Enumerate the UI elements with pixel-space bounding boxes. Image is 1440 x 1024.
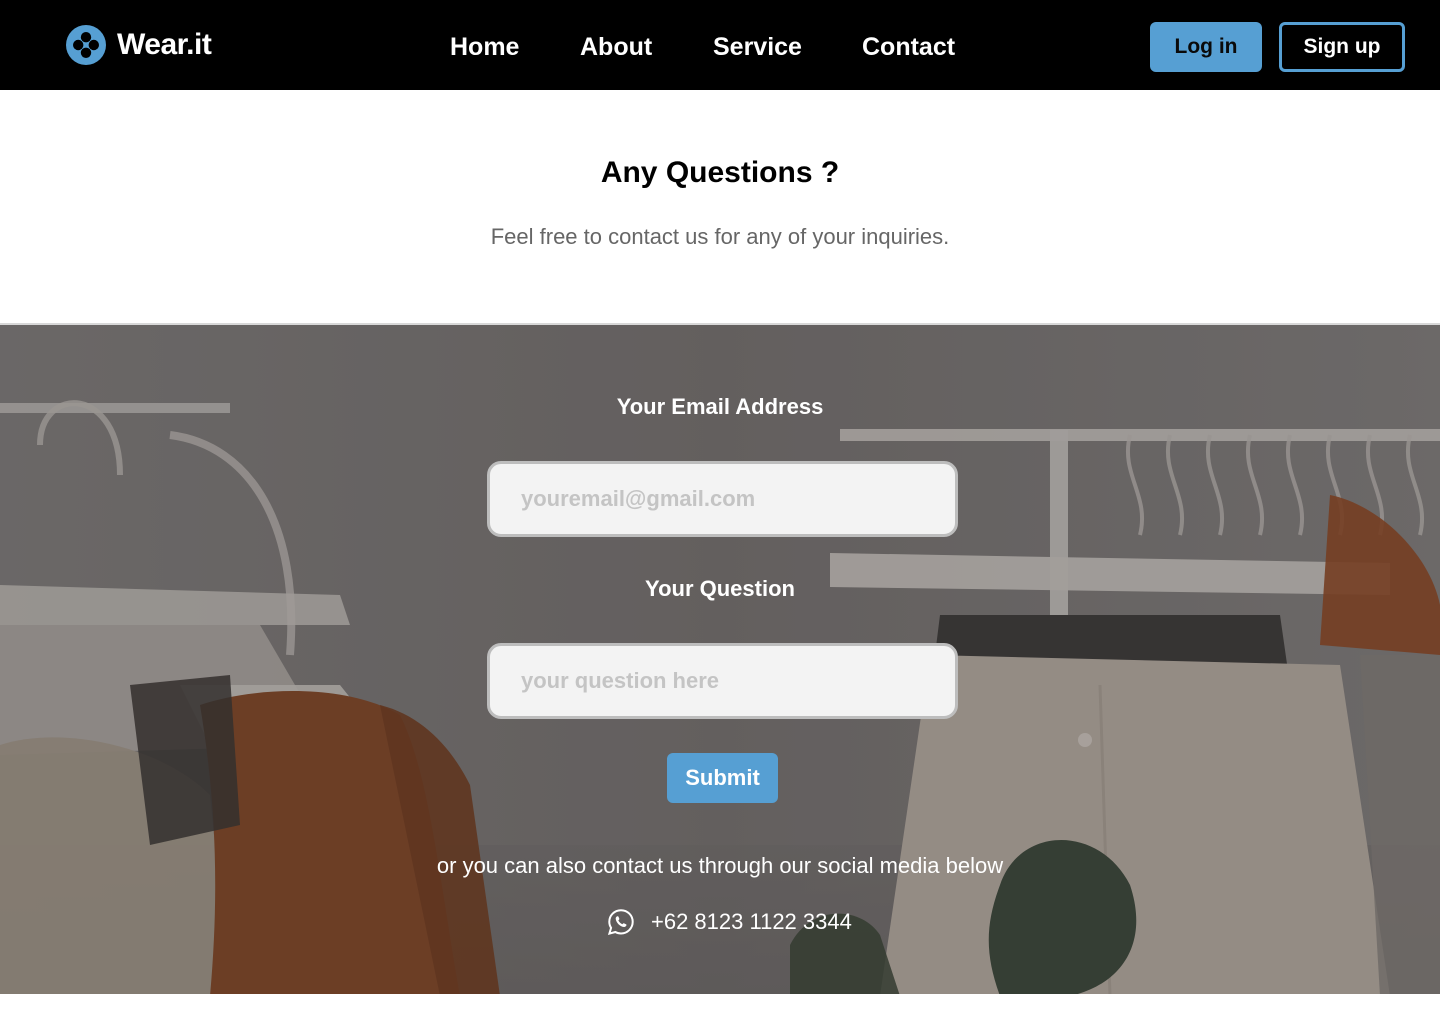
whatsapp-phone-number: +62 8123 1122 3344 [651,909,852,934]
question-field-label: Your Question [645,576,795,601]
social-media-note: or you can also contact us through our s… [436,853,1004,878]
contact-form-section: Your Email Address Your Question Submit … [0,323,1440,994]
email-field-label: Your Email Address [616,394,824,419]
nav-link-service[interactable]: Service [713,26,862,68]
signup-button[interactable]: Sign up [1279,22,1405,72]
top-navigation-bar: Wear.it Home About Service Contact Log i… [0,0,1440,90]
submit-button[interactable]: Submit [667,753,778,803]
whatsapp-contact-link[interactable]: +62 8123 1122 3344 [607,905,852,939]
brand-link[interactable]: Wear.it [66,24,212,66]
login-button[interactable]: Log in [1150,22,1262,72]
brand-logo-icon [66,25,106,65]
brand-name: Wear.it [117,28,212,61]
nav-link-home[interactable]: Home [450,26,580,68]
page-subtitle: Feel free to contact us for any of your … [490,224,950,249]
question-field[interactable] [487,643,958,719]
nav-link-about[interactable]: About [580,26,713,68]
main-menu: Home About Service Contact [450,26,972,68]
email-field[interactable] [487,461,958,537]
whatsapp-icon [607,909,634,936]
page-title: Any Questions ? [600,156,840,189]
nav-link-contact[interactable]: Contact [862,26,972,68]
